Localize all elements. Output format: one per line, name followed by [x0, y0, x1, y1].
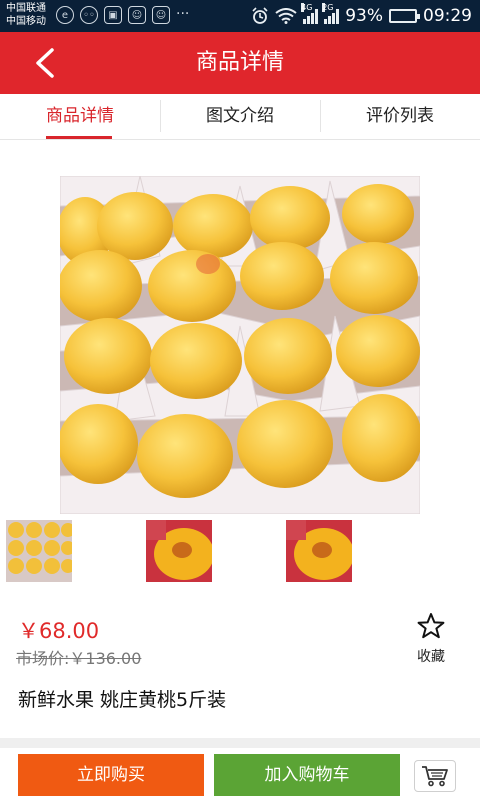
wechat-notification-icon: ◦◦	[80, 6, 98, 24]
market-price: 市场价:￥136.00	[16, 649, 142, 668]
carrier-info: 中国联通 中国移动	[6, 2, 46, 28]
notification-icons: e ◦◦ ▣ ☺ ☺ ···	[56, 6, 189, 24]
tab-graphic-intro[interactable]: 图文介绍	[160, 94, 320, 139]
more-notifications-icon: ···	[176, 6, 190, 22]
bottom-action-bar: 立即购买 加入购物车	[0, 748, 480, 800]
active-tab-indicator	[46, 136, 112, 139]
product-thumbnail-1[interactable]	[6, 520, 72, 582]
app-notification-icon: ☺	[128, 6, 146, 24]
app-notification-icon-2: ☺	[152, 6, 170, 24]
battery-percent: 93%	[345, 6, 383, 26]
tab-product-detail[interactable]: 商品详情	[0, 94, 160, 139]
product-name: 新鲜水果 姚庄黄桃5斤装	[18, 689, 227, 711]
product-main-image[interactable]	[60, 176, 420, 514]
status-bar: 中国联通 中国移动 e ◦◦ ▣ ☺ ☺ ··· 4G 2G 93% 09:29	[0, 0, 480, 32]
signal-2g-icon: 2G	[322, 3, 340, 24]
add-to-cart-button[interactable]: 加入购物车	[214, 754, 400, 796]
network-type-2: 2G	[322, 3, 334, 12]
buy-now-button[interactable]: 立即购买	[18, 754, 204, 796]
carrier-1: 中国联通	[6, 3, 46, 14]
network-type-1: 4G	[301, 3, 313, 12]
peaches-photo	[60, 176, 420, 514]
star-outline-icon	[417, 613, 445, 639]
system-status: 4G 2G 93% 09:29	[251, 3, 472, 26]
favorite-button[interactable]: 收藏	[410, 612, 452, 672]
product-price: ￥68.00	[18, 619, 100, 643]
cart-button[interactable]	[414, 760, 456, 792]
shopping-cart-icon	[422, 766, 448, 787]
detail-tabs: 商品详情 图文介绍 评价列表	[0, 94, 480, 140]
favorite-label: 收藏	[417, 649, 445, 665]
signal-4g-icon: 4G	[301, 3, 319, 24]
clock: 09:29	[423, 6, 472, 26]
product-thumbnail-2[interactable]	[146, 520, 212, 582]
gallery-notification-icon: ▣	[104, 6, 122, 24]
carrier-2: 中国移动	[6, 16, 46, 27]
product-thumbnail-3[interactable]	[286, 520, 352, 582]
battery-icon	[389, 9, 420, 23]
wifi-icon	[275, 8, 297, 24]
alarm-icon	[252, 7, 268, 24]
product-detail-page: 中国联通 中国移动 e ◦◦ ▣ ☺ ☺ ··· 4G 2G 93% 09:29	[0, 0, 480, 800]
app-header: 商品详情	[0, 32, 480, 94]
browser-notification-icon: e	[56, 6, 74, 24]
page-title: 商品详情	[195, 50, 284, 75]
tab-reviews[interactable]: 评价列表	[320, 94, 480, 139]
section-divider	[0, 738, 480, 748]
